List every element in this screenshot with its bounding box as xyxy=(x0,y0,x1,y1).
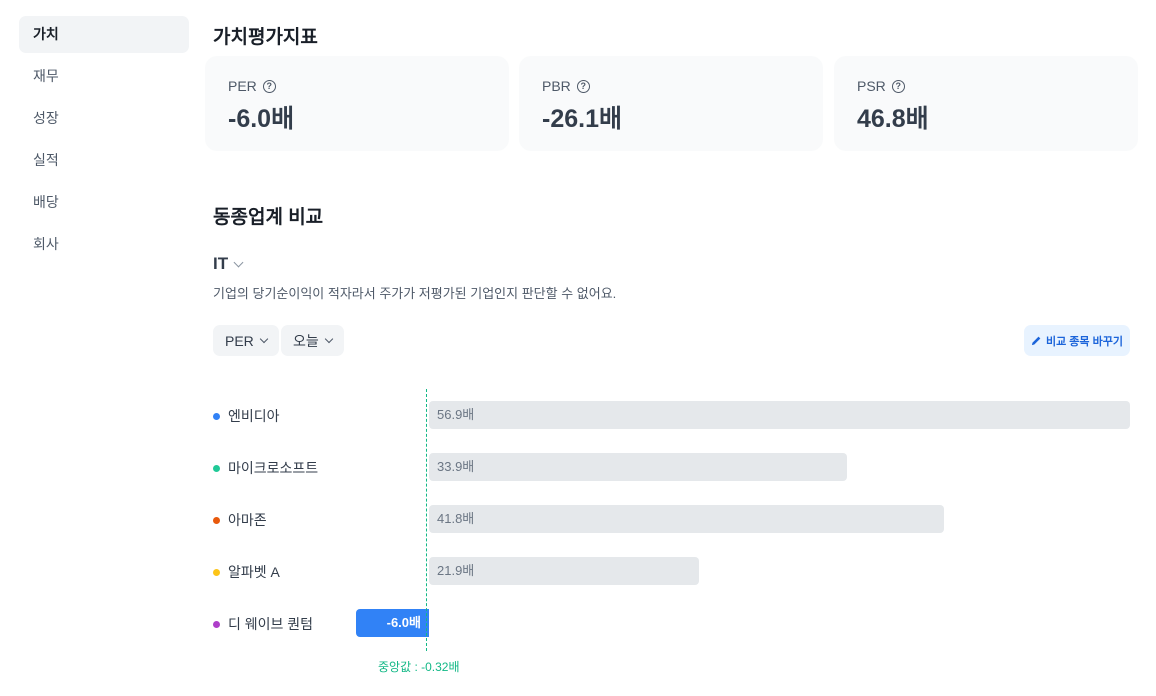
pbr-card: PBR ? -26.1배 xyxy=(519,56,823,151)
pbr-label: PBR xyxy=(542,78,571,94)
bar: 41.8배 xyxy=(429,505,944,533)
series-dot xyxy=(213,568,220,576)
help-icon[interactable]: ? xyxy=(891,79,905,93)
series-dot xyxy=(213,412,220,420)
series-dot xyxy=(213,464,220,472)
company-label[interactable]: 알파벳 A xyxy=(213,562,280,582)
metric-dropdown-label: PER xyxy=(225,332,254,349)
psr-value: 46.8배 xyxy=(857,105,929,133)
help-icon[interactable]: ? xyxy=(262,79,276,93)
bar-value-label: -6.0배 xyxy=(386,615,421,630)
chevron-down-icon xyxy=(324,334,334,343)
company-label[interactable]: 디 웨이브 퀀텀 xyxy=(213,614,313,634)
series-dot xyxy=(213,516,220,524)
help-icon[interactable]: ? xyxy=(576,79,590,93)
chevron-down-icon xyxy=(233,257,244,267)
psr-label-row: PSR ? xyxy=(857,78,1138,94)
bar-value-label: 33.9배 xyxy=(437,459,475,474)
valuation-cards: PER ? -6.0배 PBR ? -26.1배 PSR ? 46.8배 xyxy=(205,56,1138,151)
change-compare-label: 비교 종목 바꾸기 xyxy=(1046,335,1123,348)
peer-description: 기업의 당기순이익이 적자라서 주가가 저평가된 기업인지 판단할 수 없어요. xyxy=(213,286,617,301)
bar: -6.0배 xyxy=(356,609,429,637)
company-name: 디 웨이브 퀀텀 xyxy=(228,616,314,632)
company-label[interactable]: 아마존 xyxy=(213,510,267,530)
per-label: PER xyxy=(228,78,257,94)
company-name: 알파벳 A xyxy=(228,564,280,580)
sidebar: 가치 재무 성장 실적 배당 회사 xyxy=(19,16,189,268)
per-card: PER ? -6.0배 xyxy=(205,56,509,151)
company-name: 아마존 xyxy=(228,512,267,528)
pbr-value: -26.1배 xyxy=(542,105,622,133)
peer-title: 동종업계 비교 xyxy=(213,207,324,228)
bar: 56.9배 xyxy=(429,401,1130,429)
sidebar-item-dividend[interactable]: 배당 xyxy=(19,184,189,221)
sidebar-item-finance[interactable]: 재무 xyxy=(19,58,189,95)
bar-value-label: 41.8배 xyxy=(437,511,475,526)
period-dropdown-label: 오늘 xyxy=(293,332,319,349)
median-label: 중앙값 : -0.32배 xyxy=(378,660,460,674)
bar-value-label: 56.9배 xyxy=(437,407,475,422)
period-dropdown[interactable]: 오늘 xyxy=(281,325,344,356)
company-label[interactable]: 마이크로소프트 xyxy=(213,458,318,478)
company-name: 마이크로소프트 xyxy=(228,460,319,476)
company-label[interactable]: 엔비디아 xyxy=(213,406,280,426)
pbr-label-row: PBR ? xyxy=(542,78,823,94)
series-dot xyxy=(213,620,220,628)
sidebar-item-value[interactable]: 가치 xyxy=(19,16,189,53)
sidebar-item-growth[interactable]: 성장 xyxy=(19,100,189,137)
sidebar-item-company[interactable]: 회사 xyxy=(19,226,189,263)
psr-card: PSR ? 46.8배 xyxy=(834,56,1138,151)
change-compare-button[interactable]: 비교 종목 바꾸기 xyxy=(1024,325,1130,356)
median-line xyxy=(426,389,427,651)
psr-label: PSR xyxy=(857,78,886,94)
bar: 21.9배 xyxy=(429,557,699,585)
bar: 33.9배 xyxy=(429,453,847,481)
bar-value-label: 21.9배 xyxy=(437,563,475,578)
valuation-title: 가치평가지표 xyxy=(213,27,318,48)
per-label-row: PER ? xyxy=(228,78,509,94)
industry-selector[interactable]: IT xyxy=(213,254,244,274)
company-name: 엔비디아 xyxy=(228,408,280,424)
pencil-icon xyxy=(1031,336,1041,346)
industry-label: IT xyxy=(213,254,229,273)
per-value: -6.0배 xyxy=(228,105,295,133)
chevron-down-icon xyxy=(259,334,269,343)
sidebar-item-earnings[interactable]: 실적 xyxy=(19,142,189,179)
metric-dropdown[interactable]: PER xyxy=(213,325,279,356)
